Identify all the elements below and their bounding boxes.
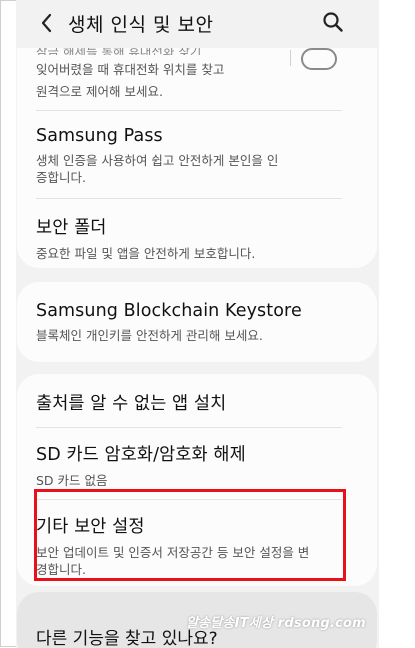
divider	[36, 110, 342, 111]
sd-card-item[interactable]: SD 카드 암호화/암호화 해제 SD 카드 없음	[36, 441, 358, 489]
blockchain-title: Samsung Blockchain Keystore	[36, 301, 302, 321]
find-my-mobile-desc[interactable]: 잠금 해제를 통해 휴대전화 찾기 잊어버렸을 때 휴대전화 위치를 찾고 원격…	[36, 43, 224, 101]
unknown-apps-item[interactable]: 출처를 알 수 없는 앱 설치	[36, 390, 358, 415]
samsung-pass-item[interactable]: Samsung Pass 생체 인증을 사용하여 쉽고 안전하게 본인을 인증합…	[36, 126, 358, 186]
settings-screen: 생체 인식 및 보안 잠금 해제를 통해 휴대전화 찾기 잊어버렸을 때 휴대전…	[16, 0, 379, 648]
watermark: 알송달송IT세상 rdsong.com	[186, 616, 366, 631]
find-my-mobile-desc-line2: 원격으로 제어해 보세요.	[36, 84, 163, 99]
chevron-left-icon[interactable]	[37, 10, 57, 36]
secure-folder-item[interactable]: 보안 폴더 중요한 파일 및 앱을 안전하게 보호합니다.	[36, 214, 358, 262]
highlight-box	[34, 489, 346, 581]
secure-folder-title: 보안 폴더	[36, 218, 107, 238]
page-title: 생체 인식 및 보안	[68, 14, 214, 36]
blockchain-desc: 블록체인 개인키를 안전하게 관리해 보세요.	[36, 328, 263, 343]
sd-card-title: SD 카드 암호화/암호화 해제	[36, 445, 246, 465]
find-my-mobile-desc-line1: 잊어버렸을 때 휴대전화 위치를 찾고	[36, 62, 225, 77]
sd-card-desc: SD 카드 없음	[36, 473, 108, 488]
samsung-pass-desc: 생체 인증을 사용하여 쉽고 안전하게 본인을 인증합니다.	[36, 153, 279, 185]
app-header: 생체 인식 및 보안	[16, 0, 379, 48]
search-icon[interactable]	[322, 11, 344, 33]
divider	[36, 427, 342, 428]
toggle-separator	[290, 50, 291, 66]
secure-folder-desc: 중요한 파일 및 앱을 안전하게 보호합니다.	[36, 246, 256, 261]
blockchain-item[interactable]: Samsung Blockchain Keystore 블록체인 개인키를 안전…	[36, 301, 358, 344]
divider	[36, 198, 342, 199]
samsung-pass-title: Samsung Pass	[36, 126, 163, 146]
right-margin	[379, 0, 415, 648]
find-my-mobile-toggle[interactable]	[301, 48, 337, 70]
unknown-apps-title: 출처를 알 수 없는 앱 설치	[36, 394, 227, 414]
